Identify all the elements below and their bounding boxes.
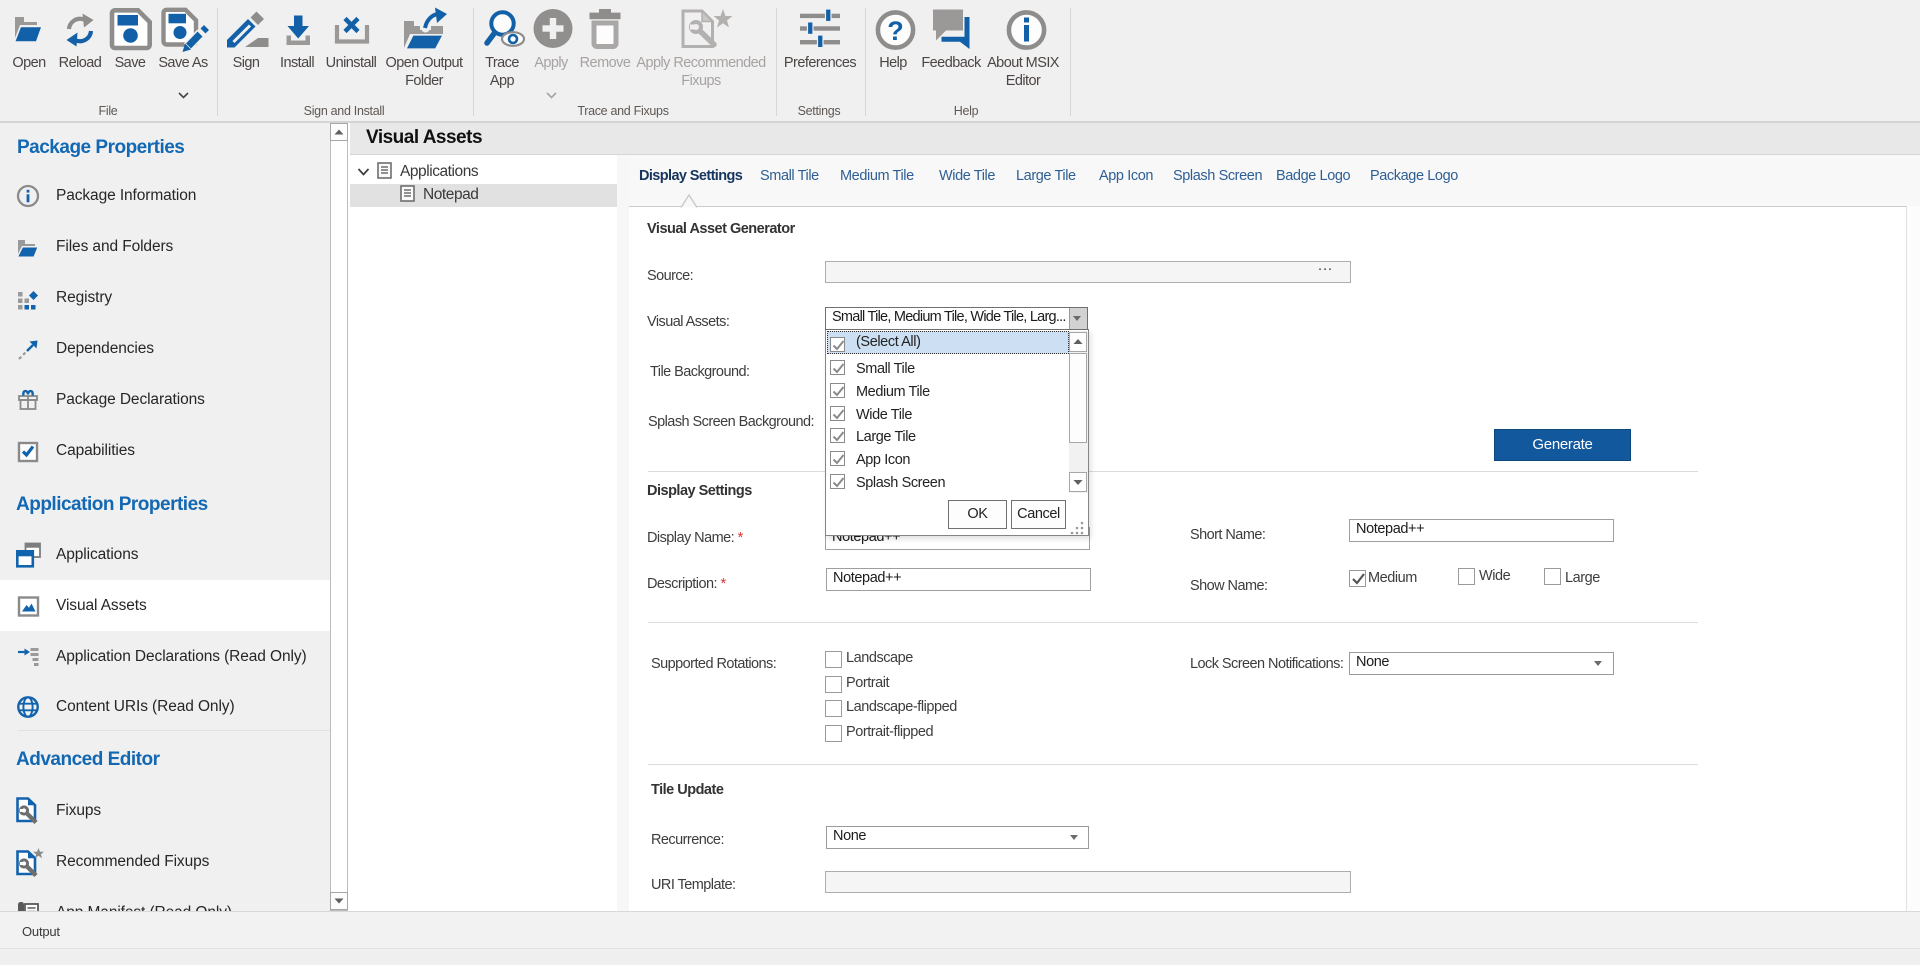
svg-text:?: ?: [887, 16, 904, 46]
